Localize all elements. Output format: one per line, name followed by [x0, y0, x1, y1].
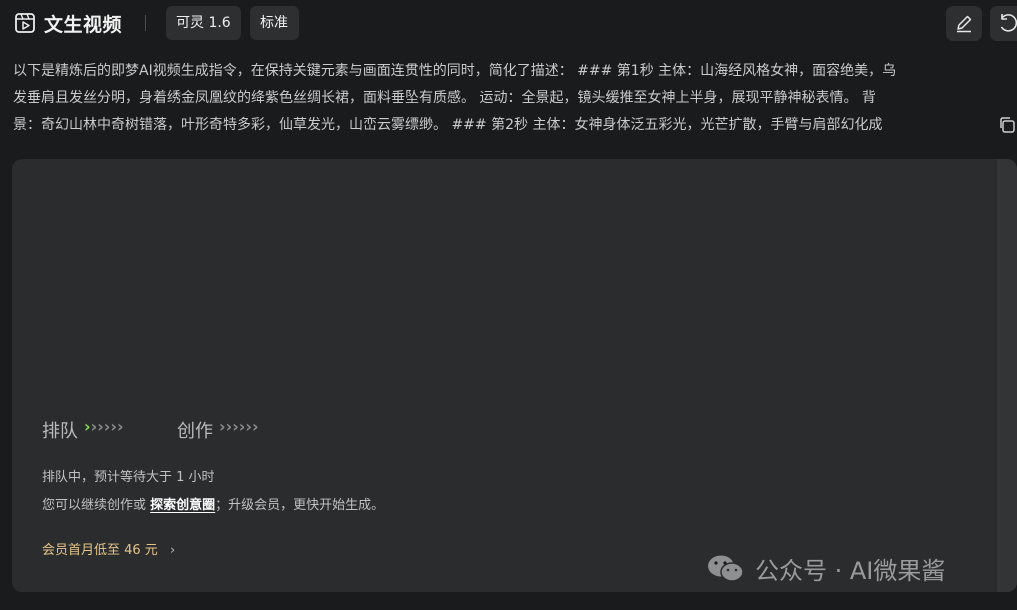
- card-edge: [997, 159, 1017, 592]
- hint-suffix: ；升级会员，更快开始生成。: [215, 498, 385, 513]
- model-chip[interactable]: 可灵 1.6: [166, 6, 241, 40]
- create-progress-chevrons: ››››››: [219, 417, 259, 436]
- generation-card: 排队 ›››››› 创作 ›››››› 排队中，预计等待大于 1 小时 您可以继…: [12, 159, 1017, 592]
- pending-chevrons: ›››››: [90, 417, 124, 436]
- page-title: 文生视频: [44, 14, 123, 36]
- queue-hint: 您可以继续创作或 探索创意圈；升级会员，更快开始生成。: [42, 494, 384, 513]
- hint-prefix: 您可以继续创作或: [42, 498, 147, 513]
- regenerate-button[interactable]: [990, 6, 1017, 41]
- membership-promo[interactable]: 会员首月低至 46 元 ›: [42, 539, 175, 558]
- active-chevron: ›: [84, 417, 91, 436]
- prompt-text: 以下是精炼后的即梦AI视频生成指令，在保持关键元素与画面连贯性的同时，简化了描述…: [13, 58, 1013, 139]
- prompt-line: 发垂肩且发丝分明，身着绣金凤凰纹的绛紫色丝绸长裙，面料垂坠有质感。 运动：全景起…: [13, 90, 876, 106]
- header-divider: [145, 15, 146, 31]
- watermark-text: 公众号 · AI微果酱: [755, 557, 946, 585]
- edit-button[interactable]: [946, 6, 982, 41]
- edit-icon: [957, 15, 972, 33]
- prompt-line: 以下是精炼后的即梦AI视频生成指令，在保持关键元素与画面连贯性的同时，简化了描述…: [13, 63, 897, 79]
- wechat-icon: [708, 555, 744, 582]
- prompt-line: 景：奇幻山林中奇树错落，叶形奇特多彩，仙草发光，山峦云雾缥缈。 ### 第2秒 …: [13, 117, 883, 133]
- promo-text: 会员首月低至 46 元: [42, 543, 158, 558]
- chevron-right-icon: ›: [169, 543, 176, 558]
- retry-icon: [1000, 14, 1017, 32]
- top-bar: 文生视频 可灵 1.6 标准: [0, 0, 1017, 48]
- copy-icon[interactable]: [998, 116, 1016, 134]
- queue-status: 排队中，预计等待大于 1 小时: [42, 470, 215, 485]
- video-icon: [15, 13, 35, 33]
- explore-link[interactable]: 探索创意圈: [150, 498, 215, 513]
- quality-chip[interactable]: 标准: [250, 6, 299, 40]
- queue-progress-chevrons: ››››››: [84, 417, 124, 436]
- step-queue-label: 排队: [42, 421, 78, 442]
- step-create-label: 创作: [177, 421, 213, 442]
